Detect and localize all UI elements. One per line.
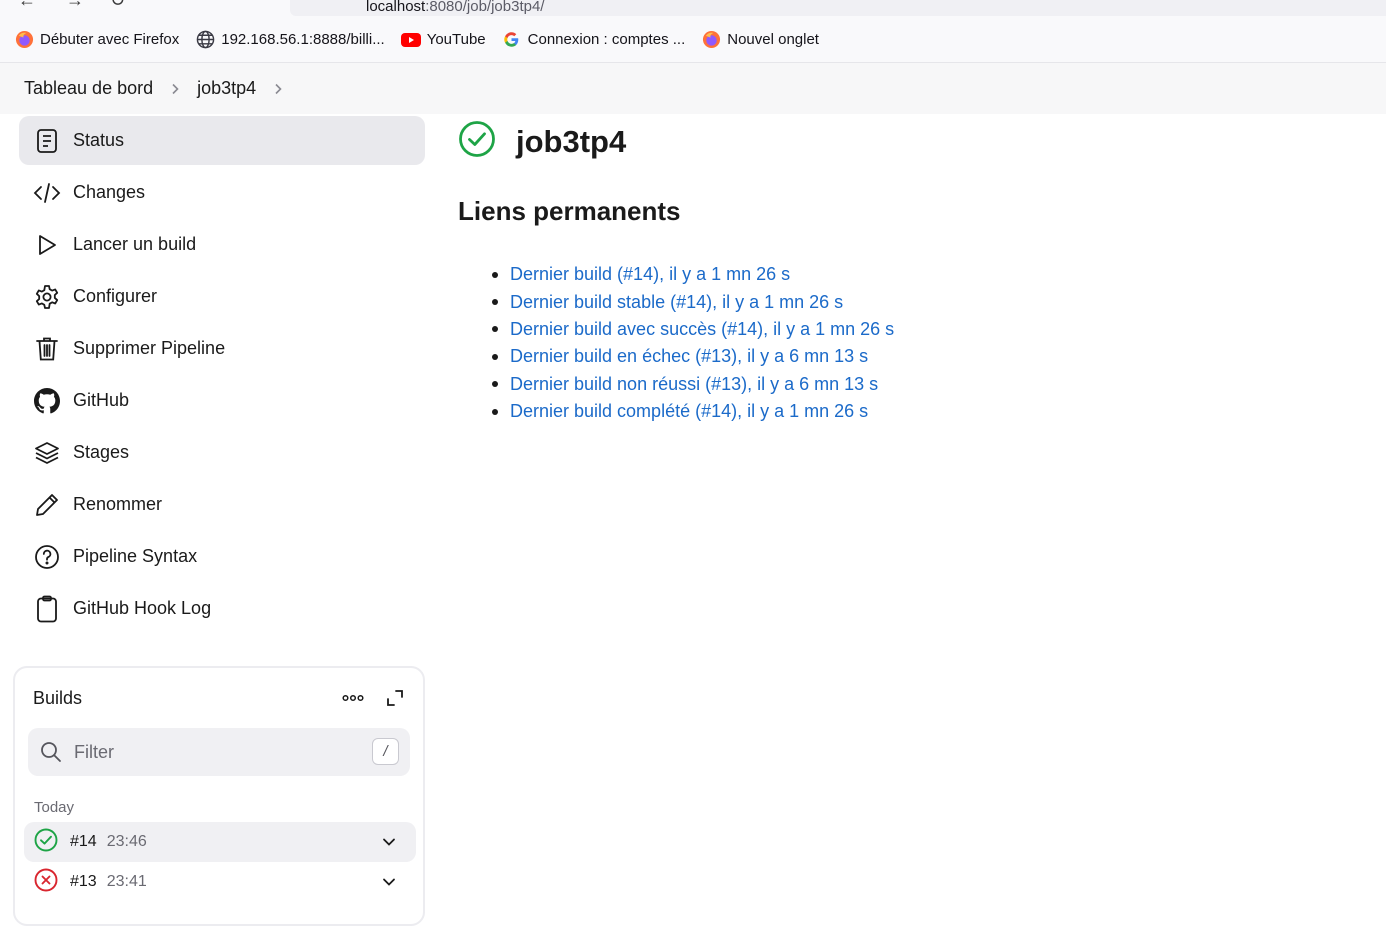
back-icon[interactable]: ←	[18, 0, 36, 11]
filter-shortcut-hint: /	[372, 738, 399, 765]
bookmark-label: Connexion : comptes ...	[527, 31, 686, 48]
url-host: localhost	[366, 0, 426, 15]
list-item: Dernier build complété (#14), il y a 1 m…	[490, 398, 894, 425]
search-icon	[40, 741, 62, 768]
list-item: Dernier build (#14), il y a 1 mn 26 s	[490, 261, 894, 288]
clipboard-icon	[33, 595, 61, 623]
build-row[interactable]: #14 23:46	[24, 822, 416, 862]
bookmark-label: YouTube	[426, 31, 486, 48]
url-path: :8080/job/job3tp4/	[425, 0, 545, 15]
failure-icon	[34, 868, 58, 897]
build-time: 23:41	[106, 873, 147, 890]
globe-icon	[195, 30, 215, 50]
trash-icon	[33, 335, 61, 363]
bookmark-label: Nouvel onglet	[727, 31, 819, 48]
bookmark-nouvel-onglet[interactable]: Nouvel onglet	[701, 30, 819, 50]
bookmark-youtube[interactable]: YouTube	[400, 30, 486, 50]
google-icon	[502, 30, 522, 50]
chevron-down-icon[interactable]	[382, 834, 396, 852]
sidebar-item-label: GitHub Hook Log	[73, 598, 212, 618]
bookmark-label: Débuter avec Firefox	[40, 31, 180, 48]
builds-panel: Builds / Today #14 23:46 #13 23:41	[13, 666, 425, 926]
permalinks-heading: Liens permanents	[458, 196, 681, 226]
help-icon	[33, 543, 61, 571]
job-header: job3tp4	[458, 120, 626, 163]
success-check-icon	[458, 120, 496, 163]
list-item: Dernier build avec succès (#14), il y a …	[490, 316, 894, 343]
firefox-icon	[14, 30, 34, 50]
bookmark-debuter-firefox[interactable]: Débuter avec Firefox	[14, 30, 179, 50]
code-icon	[33, 179, 61, 207]
sidebar-item-configure[interactable]: Configurer	[19, 272, 425, 321]
build-time: 23:46	[106, 833, 147, 850]
sidebar-item-stages[interactable]: Stages	[19, 428, 425, 477]
builds-filter: /	[28, 728, 410, 776]
permalinks-list: Dernier build (#14), il y a 1 mn 26 s De…	[490, 261, 894, 425]
builds-filter-input[interactable]	[74, 739, 354, 765]
sidebar-item-rename[interactable]: Renommer	[19, 480, 425, 529]
builds-title: Builds	[33, 688, 83, 708]
breadcrumb: Tableau de bord job3tp4	[0, 63, 1386, 114]
sidebar-item-label: Pipeline Syntax	[73, 546, 198, 566]
list-item: Dernier build stable (#14), il y a 1 mn …	[490, 288, 894, 315]
page-title: job3tp4	[516, 123, 627, 159]
sidebar-item-github[interactable]: GitHub	[19, 376, 425, 425]
list-item: Dernier build non réussi (#13), il y a 6…	[490, 371, 894, 398]
chevron-down-icon[interactable]	[382, 874, 396, 892]
expand-icon[interactable]	[383, 686, 407, 710]
sidebar-item-pipeline-syntax[interactable]: Pipeline Syntax	[19, 532, 425, 581]
gear-icon	[33, 283, 61, 311]
sidebar-item-changes[interactable]: Changes	[19, 168, 425, 217]
build-number: #14	[70, 833, 97, 850]
firefox-icon	[701, 30, 721, 50]
more-options-icon[interactable]	[341, 686, 365, 710]
permalink-last-completed-build[interactable]: Dernier build complété (#14), il y a 1 m…	[510, 401, 868, 422]
bookmark-billing[interactable]: 192.168.56.1:8888/billi...	[195, 30, 385, 50]
forward-icon[interactable]: →	[66, 0, 84, 11]
sidebar-item-label: GitHub	[73, 390, 130, 410]
sidebar-item-label: Status	[73, 130, 125, 150]
reload-icon[interactable]: ↻	[110, 0, 125, 11]
builds-group-label: Today	[34, 799, 75, 816]
youtube-icon	[400, 30, 421, 50]
chevron-right-icon[interactable]	[272, 83, 284, 95]
sidebar-item-label: Stages	[73, 442, 130, 462]
sidebar-item-label: Renommer	[73, 494, 163, 514]
permalink-last-build[interactable]: Dernier build (#14), il y a 1 mn 26 s	[510, 264, 790, 285]
sidebar-item-delete-pipeline[interactable]: Supprimer Pipeline	[19, 324, 425, 373]
build-number: #13	[70, 873, 97, 890]
sidebar-item-label: Lancer un build	[73, 234, 197, 254]
breadcrumb-dashboard[interactable]: Tableau de bord	[24, 78, 153, 99]
github-icon	[33, 387, 61, 415]
bookmarks-bar: Débuter avec Firefox 192.168.56.1:8888/b…	[0, 17, 1386, 63]
chevron-right-icon[interactable]	[169, 83, 181, 95]
bookmark-google-accounts[interactable]: Connexion : comptes ...	[502, 30, 686, 50]
permalink-last-failed-build[interactable]: Dernier build en échec (#13), il y a 6 m…	[510, 346, 868, 367]
url-bar[interactable]: localhost:8080/job/job3tp4/	[290, 0, 1386, 16]
list-item: Dernier build en échec (#13), il y a 6 m…	[490, 343, 894, 370]
permalink-last-unsuccessful-build[interactable]: Dernier build non réussi (#13), il y a 6…	[510, 374, 878, 395]
sidebar-item-status[interactable]: Status	[19, 116, 425, 165]
build-row[interactable]: #13 23:41	[24, 862, 416, 902]
play-icon	[33, 231, 61, 259]
sidebar-item-label: Changes	[73, 182, 146, 202]
bookmark-label: 192.168.56.1:8888/billi...	[221, 31, 385, 48]
sidebar-item-github-hook-log[interactable]: GitHub Hook Log	[19, 584, 425, 633]
layers-icon	[33, 439, 61, 467]
pencil-icon	[33, 491, 61, 519]
permalink-last-successful-build[interactable]: Dernier build avec succès (#14), il y a …	[510, 319, 894, 340]
sidebar-item-build-now[interactable]: Lancer un build	[19, 220, 425, 269]
success-icon	[34, 828, 58, 857]
browser-toolbar: ← → ↻ localhost:8080/job/job3tp4/	[0, 0, 1386, 17]
document-icon	[33, 127, 61, 155]
sidebar-item-label: Supprimer Pipeline	[73, 338, 226, 358]
breadcrumb-job[interactable]: job3tp4	[197, 78, 256, 99]
sidebar-item-label: Configurer	[73, 286, 158, 306]
permalink-last-stable-build[interactable]: Dernier build stable (#14), il y a 1 mn …	[510, 292, 843, 313]
